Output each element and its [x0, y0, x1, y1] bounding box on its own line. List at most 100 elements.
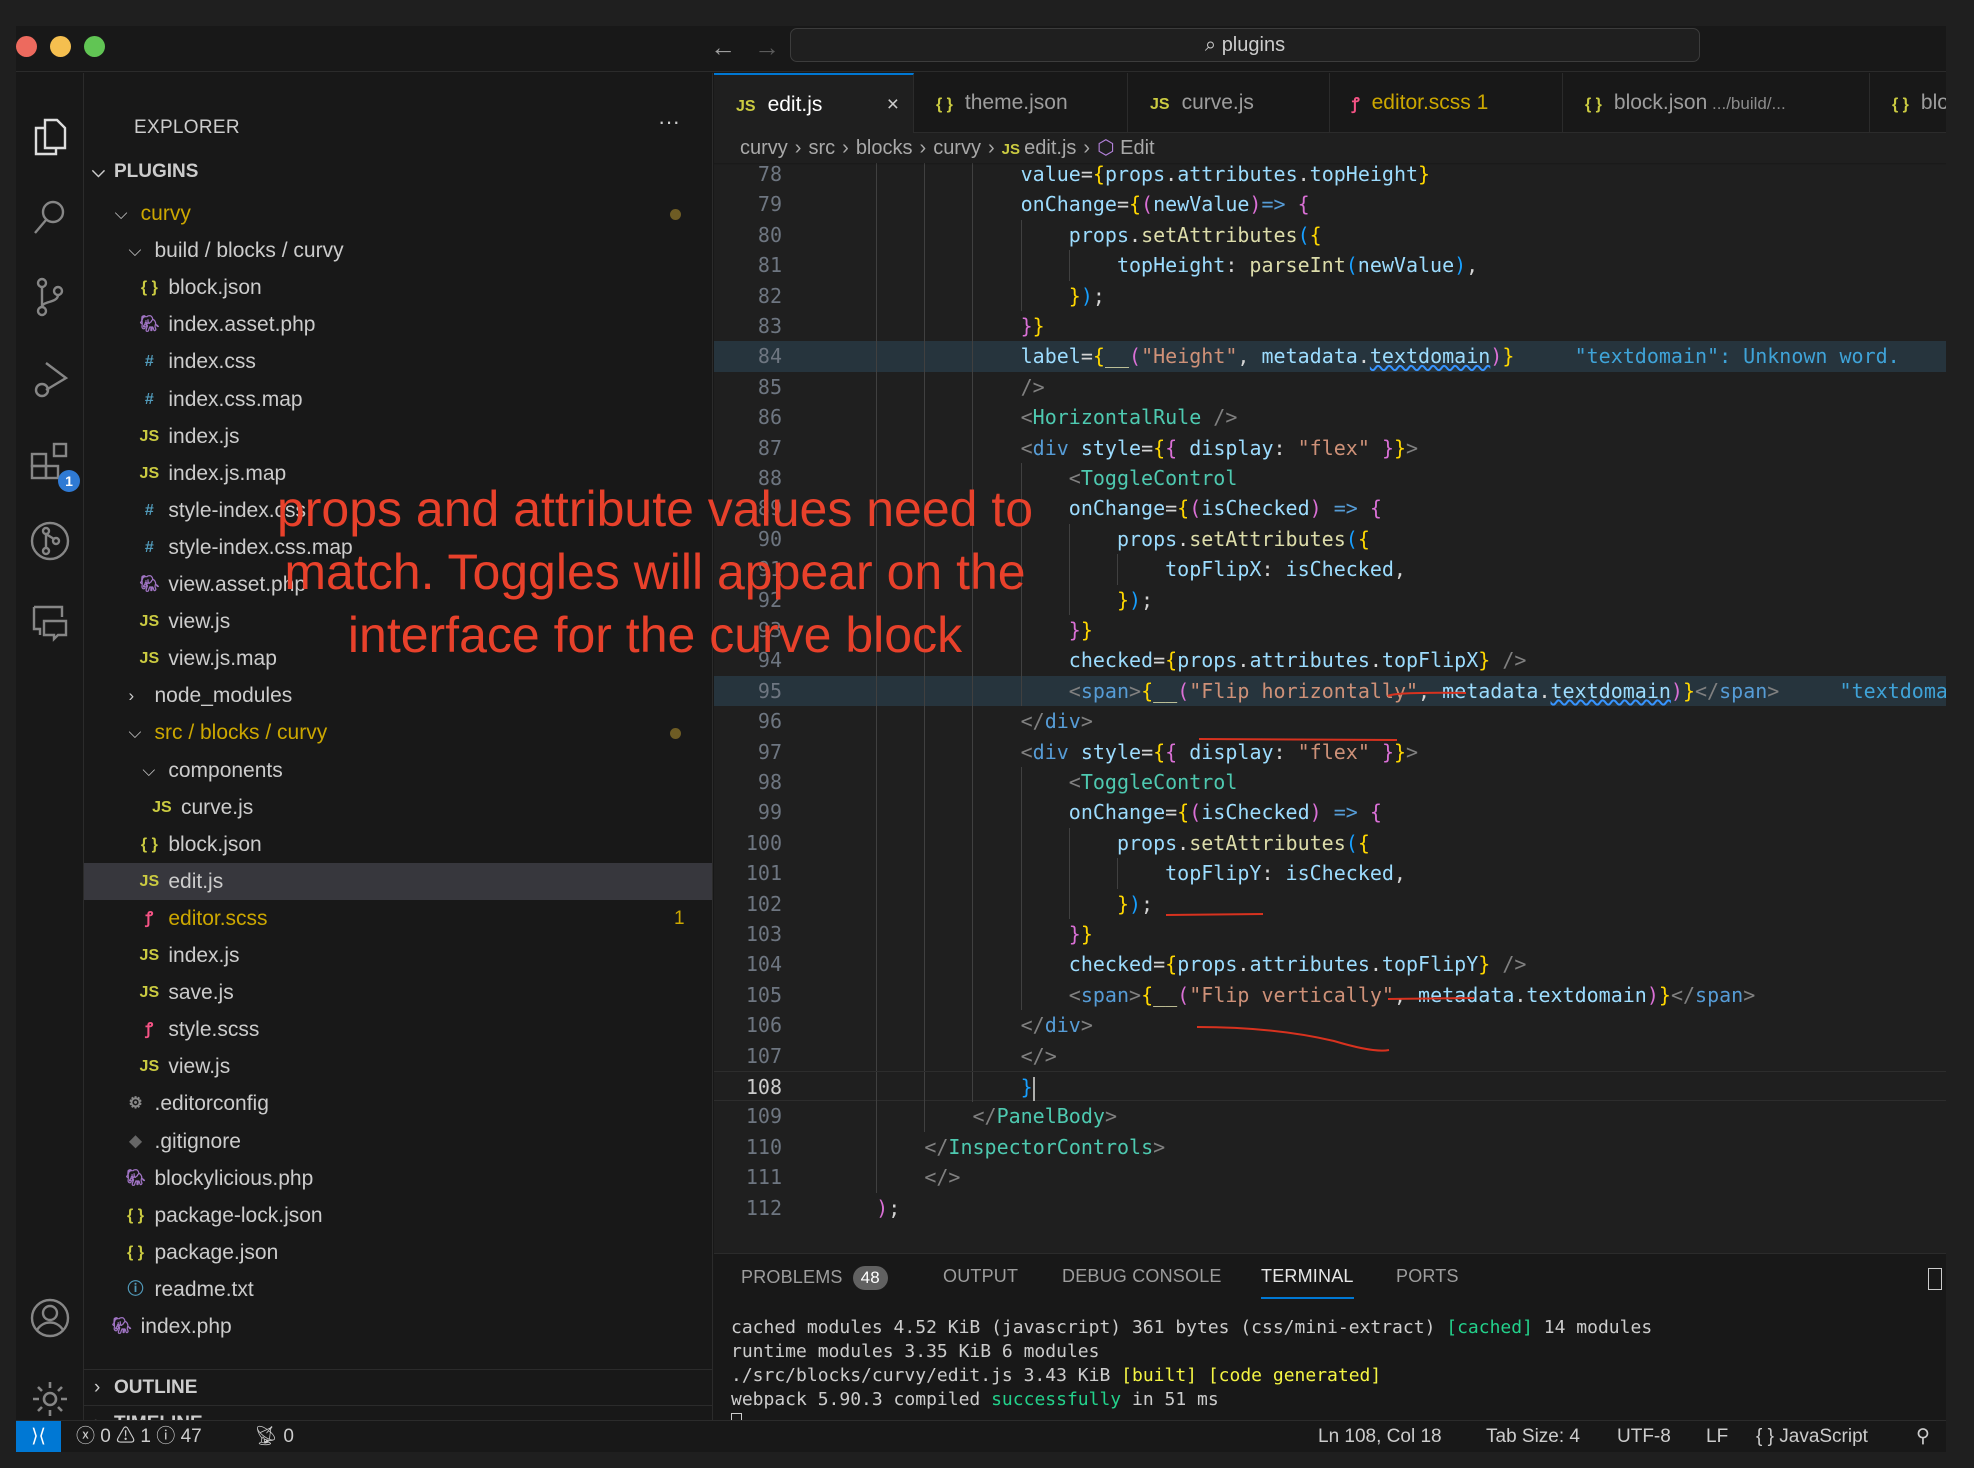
line-number: 92 — [757, 587, 782, 612]
breadcrumb-item[interactable]: edit.js — [1024, 137, 1076, 159]
tree-item[interactable]: ⚙ .editorconfig — [84, 1085, 712, 1122]
chat-icon[interactable] — [28, 601, 72, 645]
tree-item[interactable]: ꝭ editor.scss 1 — [84, 900, 712, 937]
breadcrumb-item[interactable]: Edit — [1120, 137, 1154, 159]
tab-blo[interactable]: { } blo — [1870, 73, 1946, 133]
cursor-position[interactable]: Ln 108, Col 18 — [1318, 1421, 1442, 1452]
language-mode[interactable]: { } JavaScript — [1756, 1421, 1868, 1452]
tab-theme-json[interactable]: { } theme.json — [914, 73, 1128, 133]
indent-guide — [972, 767, 974, 798]
close-tab-icon[interactable]: × — [887, 75, 899, 134]
plugins-root-folder[interactable]: ⌵ PLUGINS — [84, 153, 712, 190]
tree-item-label: view.asset.php — [168, 573, 307, 596]
tree-item[interactable]: ⌵ build / blocks / curvy — [84, 232, 712, 269]
code-token: . — [1357, 344, 1370, 369]
settings-gear-icon[interactable] — [28, 1377, 72, 1421]
terminal-output[interactable]: cached modules 4.52 KiB (javascript) 361… — [731, 1316, 1652, 1436]
tree-item[interactable]: JS index.js — [84, 418, 712, 455]
tree-item[interactable]: JS index.js — [84, 937, 712, 974]
tree-item[interactable]: › node_modules — [84, 677, 712, 714]
close-window-button[interactable] — [16, 36, 37, 57]
breadcrumb-item[interactable]: curvy — [740, 137, 788, 159]
indent-guide — [972, 280, 974, 311]
run-debug-icon[interactable] — [28, 358, 72, 402]
tree-item[interactable]: 🐘︎ index.php — [84, 1308, 712, 1345]
tab-edit-js[interactable]: JS edit.js × — [714, 73, 914, 134]
javascript-icon: JS — [139, 984, 160, 1002]
tree-item[interactable]: # index.css.map — [84, 381, 712, 418]
tab-output[interactable]: OUTPUT — [943, 1266, 1018, 1287]
code-text: }); — [1117, 585, 1153, 615]
tree-item[interactable]: 🐘︎ view.asset.php — [84, 566, 712, 603]
maximize-window-button[interactable] — [84, 36, 105, 57]
tree-item[interactable]: # style-index.css.map — [84, 529, 712, 566]
indent-guide — [876, 189, 878, 220]
tree-item[interactable]: { } block.json — [84, 826, 712, 863]
indent-guide — [1020, 493, 1022, 524]
command-center-search[interactable]: ⌕ plugins — [790, 28, 1700, 62]
problems-status[interactable]: ⓧ 0 ⚠ 1 ⓘ 47 — [76, 1421, 202, 1452]
code-editor[interactable]: 78 value={props.attributes.topHeight} 79 on… — [714, 159, 1946, 1253]
tree-item[interactable]: JS save.js — [84, 974, 712, 1011]
encoding[interactable]: UTF-8 — [1617, 1421, 1671, 1452]
line-ending[interactable]: LF — [1706, 1421, 1728, 1452]
source-control-icon[interactable] — [28, 275, 72, 319]
tree-item[interactable]: ⓘ readme.txt — [84, 1271, 712, 1308]
code-line: 79 onChange={(newValue)=> { — [714, 189, 1946, 220]
breadcrumb-item[interactable]: curvy — [933, 137, 981, 159]
tab-ports[interactable]: PORTS — [1396, 1266, 1459, 1287]
tree-item-label: style-index.css.map — [168, 535, 353, 559]
tree-item-label: readme.txt — [154, 1277, 254, 1301]
tree-item[interactable]: JS edit.js — [84, 862, 712, 900]
tree-item[interactable]: JS view.js.map — [84, 640, 712, 677]
tab-terminal[interactable]: TERMINAL — [1261, 1266, 1354, 1299]
copilot-icon[interactable]: ⚲ — [1916, 1421, 1930, 1452]
ports-status[interactable]: 📡︎ 0 — [254, 1421, 294, 1452]
tab-editor-scss--[interactable]: ꝭ editor.scss 1 — [1330, 73, 1563, 133]
tree-item[interactable]: { } block.json — [84, 269, 712, 306]
code-token: /> — [1502, 952, 1527, 977]
code-token: { — [1165, 952, 1178, 977]
back-arrow-icon[interactable]: ← — [710, 32, 736, 63]
tree-item[interactable]: # index.css — [84, 343, 712, 380]
outline-section[interactable]: › OUTLINE — [84, 1369, 712, 1405]
forward-arrow-icon[interactable]: → — [754, 32, 780, 63]
explorer-icon[interactable] — [28, 115, 72, 159]
tree-item[interactable]: JS view.js — [84, 603, 712, 640]
tree-item[interactable]: JS index.js.map — [84, 455, 712, 492]
remote-indicator-icon[interactable]: ⟩⟨ — [16, 1421, 61, 1452]
tab-block-json[interactable]: { } block.json .../build/... — [1563, 73, 1870, 133]
tree-item[interactable]: ⌵ components — [84, 752, 712, 789]
tree-item[interactable]: 🐘︎ blockylicious.php — [84, 1160, 712, 1197]
tree-item[interactable]: ⌵ curvy — [84, 195, 712, 232]
tab-curve-js[interactable]: JS curve.js — [1128, 73, 1330, 133]
tree-item[interactable]: 🐘︎ index.asset.php — [84, 306, 712, 343]
tree-item[interactable]: JS view.js — [84, 1048, 712, 1085]
tree-item[interactable]: { } package.json — [84, 1234, 712, 1271]
tab-size[interactable]: Tab Size: 4 — [1486, 1421, 1580, 1452]
tree-item[interactable]: # style-index.css — [84, 492, 712, 529]
code-text: onChange={(isChecked) => { — [1069, 797, 1382, 827]
tree-item[interactable]: ◆ .gitignore — [84, 1123, 712, 1160]
tab-debug-console[interactable]: DEBUG CONSOLE — [1062, 1266, 1222, 1287]
git-graph-icon[interactable] — [28, 519, 72, 563]
tab-problems[interactable]: PROBLEMS 48 — [741, 1266, 888, 1290]
more-actions-button[interactable]: ··· — [658, 109, 680, 135]
tree-item[interactable]: JS curve.js — [84, 789, 712, 826]
code-token: } — [1658, 982, 1671, 1007]
tree-item[interactable]: { } package-lock.json — [84, 1197, 712, 1234]
code-token: } — [1020, 314, 1033, 338]
search-icon[interactable] — [28, 195, 72, 239]
tree-item[interactable]: ꝭ style.scss — [84, 1011, 712, 1048]
breadcrumb-item[interactable]: blocks — [856, 137, 913, 159]
extensions-icon[interactable]: 1 — [28, 440, 80, 492]
breadcrumb-item[interactable]: src — [808, 137, 835, 159]
account-icon[interactable] — [28, 1296, 72, 1340]
indent-guide — [924, 584, 926, 615]
code-text: props.setAttributes({ — [1117, 524, 1370, 554]
tree-item[interactable]: ⌵ src / blocks / curvy — [84, 714, 712, 751]
minimize-window-button[interactable] — [50, 36, 71, 57]
code-line: 109 </PanelBody> — [714, 1101, 1946, 1132]
maximize-panel-icon[interactable] — [1928, 1268, 1942, 1290]
